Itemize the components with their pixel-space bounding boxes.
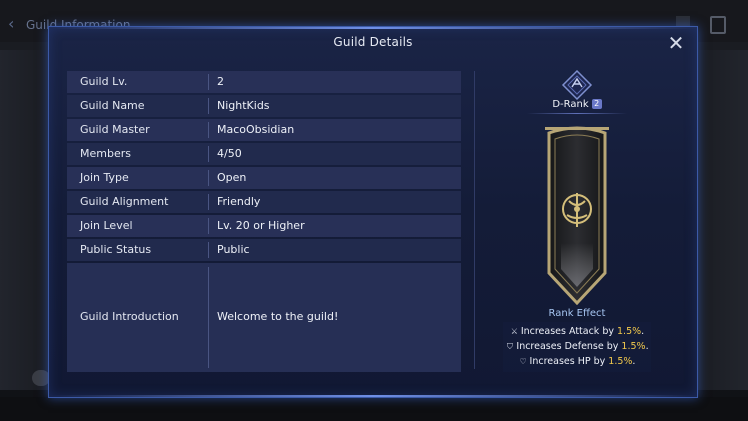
effect-value: 1.5% [621, 341, 646, 352]
effect-text: Increases Defense by [516, 341, 622, 352]
rank-effect-hp: ♡ Increases HP by 1.5%. [481, 356, 673, 367]
row-label: Join Type [80, 171, 129, 184]
info-row-join-type: Join Type Open [67, 167, 461, 189]
heart-icon: ♡ [519, 357, 527, 366]
row-divider [208, 194, 209, 210]
info-row-public-status: Public Status Public [67, 239, 461, 261]
row-value: Lv. 20 or Higher [217, 219, 305, 232]
background-bottom-bar [0, 397, 748, 421]
row-value: Public [217, 243, 250, 256]
sword-icon: ⚔ [510, 327, 518, 336]
background-right-panel [692, 50, 748, 390]
effect-value: 1.5% [608, 356, 633, 367]
row-value: MacoObsidian [217, 123, 295, 136]
row-value: Welcome to the guild! [217, 310, 339, 323]
effect-value: 1.5% [617, 326, 642, 337]
info-row-guild-alignment: Guild Alignment Friendly [67, 191, 461, 213]
info-row-guild-name: Guild Name NightKids [67, 95, 461, 117]
row-divider [208, 146, 209, 162]
shield-icon: ⛉ [506, 342, 513, 351]
rank-label: D-Rank 2 [481, 99, 673, 110]
row-label: Public Status [80, 243, 152, 256]
effect-text: Increases Attack by [520, 326, 618, 337]
row-divider [208, 242, 209, 258]
effect-suffix: . [645, 341, 649, 352]
row-label: Guild Introduction [80, 310, 179, 323]
guild-info-table: Guild Lv. 2 Guild Name NightKids Guild M… [67, 71, 461, 372]
info-row-guild-level: Guild Lv. 2 [67, 71, 461, 93]
row-value: 2 [217, 75, 224, 88]
effect-text: Increases HP by [529, 356, 609, 367]
row-divider [208, 74, 209, 90]
rank-panel: D-Rank 2 Rank Effect ⚔ Increases Attack … [481, 67, 673, 375]
row-value: Friendly [217, 195, 261, 208]
panel-divider [474, 71, 475, 369]
back-arrow-icon: ‹ [8, 14, 15, 33]
row-value: Open [217, 171, 247, 184]
background-left-panel [0, 50, 48, 390]
row-divider [208, 218, 209, 234]
effect-suffix: . [641, 326, 645, 337]
info-row-members: Members 4/50 [67, 143, 461, 165]
row-value: NightKids [217, 99, 270, 112]
row-value: 4/50 [217, 147, 242, 160]
rank-effect-attack: ⚔ Increases Attack by 1.5%. [481, 326, 673, 337]
guild-details-dialog: Guild Details ✕ Guild Lv. 2 Guild Name N… [48, 26, 698, 398]
row-divider [208, 122, 209, 138]
dialog-top-glow [49, 27, 697, 29]
close-button[interactable]: ✕ [667, 33, 685, 53]
rank-emblem-icon [561, 69, 593, 101]
info-row-guild-introduction: Guild Introduction Welcome to the guild! [67, 263, 461, 372]
row-label: Members [80, 147, 131, 160]
info-row-guild-master: Guild Master MacoObsidian [67, 119, 461, 141]
rank-number-badge: 2 [591, 99, 602, 109]
row-label: Guild Name [80, 99, 145, 112]
row-label: Guild Lv. [80, 75, 128, 88]
dialog-bottom-glow [49, 395, 697, 397]
rank-name: D-Rank [552, 99, 589, 110]
row-label: Guild Master [80, 123, 150, 136]
rank-effect-defense: ⛉ Increases Defense by 1.5%. [481, 341, 673, 352]
effect-suffix: . [632, 356, 636, 367]
row-divider [208, 170, 209, 186]
guild-banner-icon [545, 126, 609, 305]
info-row-join-level: Join Level Lv. 20 or Higher [67, 215, 461, 237]
row-divider [208, 267, 209, 368]
row-label: Join Level [80, 219, 133, 232]
dialog-title: Guild Details [333, 35, 413, 49]
rank-underline [527, 113, 627, 114]
row-divider [208, 98, 209, 114]
rank-effect-title: Rank Effect [548, 308, 606, 319]
row-label: Guild Alignment [80, 195, 169, 208]
exit-icon [710, 16, 726, 34]
